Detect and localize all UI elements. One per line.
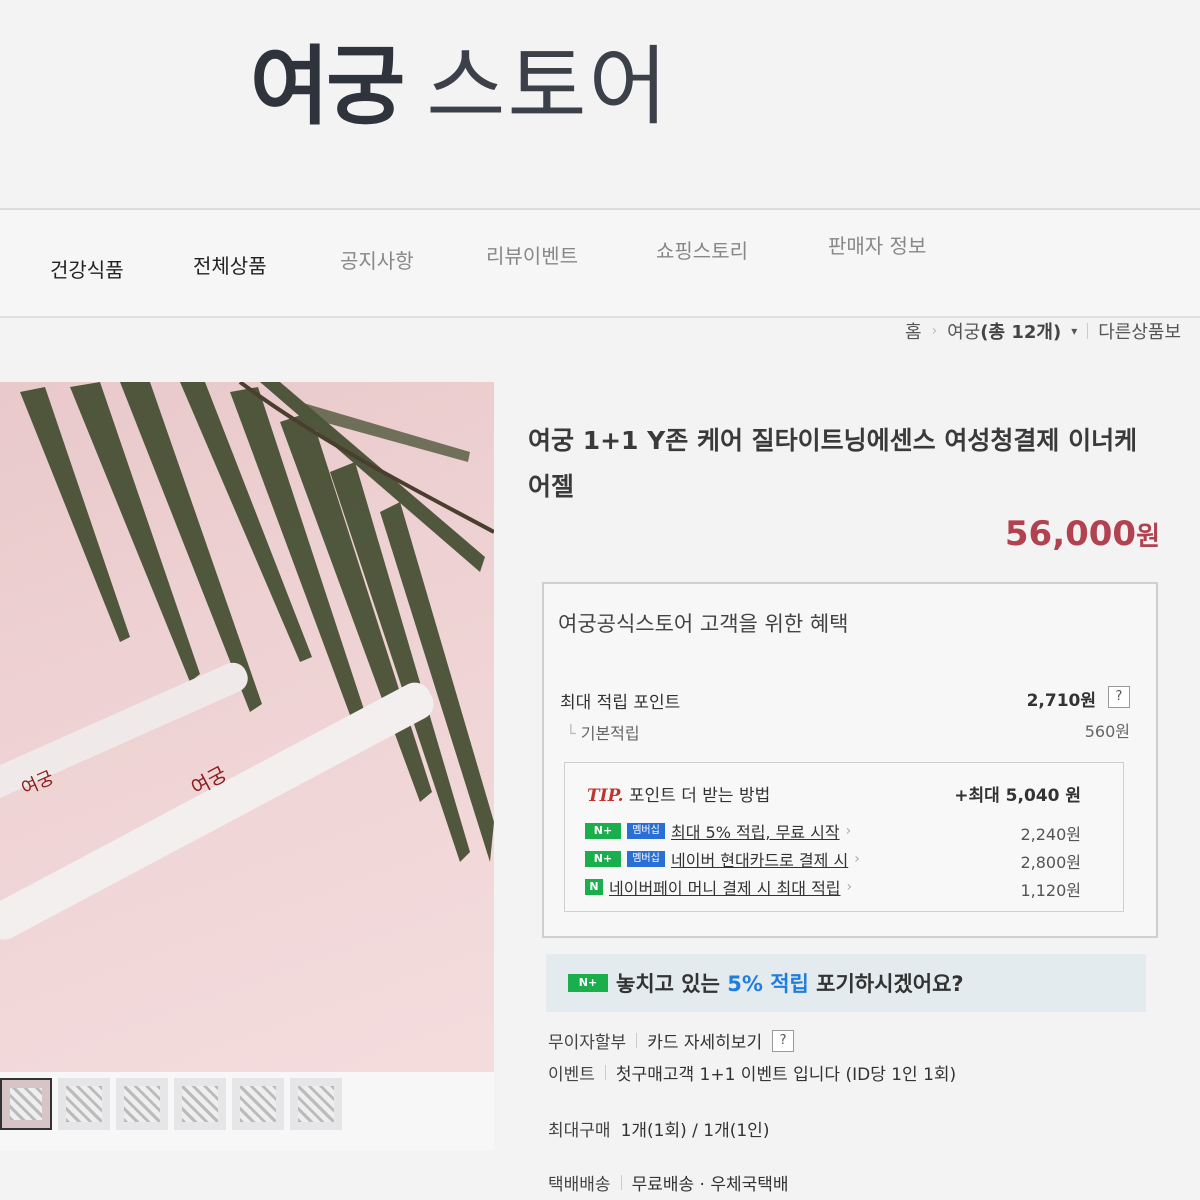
brand-suffix: 스토어	[426, 37, 670, 137]
thumbnail-2[interactable]	[58, 1078, 110, 1130]
thumbnail-image	[182, 1086, 218, 1122]
other-products-link[interactable]: 다른상품보	[1098, 318, 1181, 344]
membership-badge: 멤버십	[627, 851, 665, 867]
nav-item-notices[interactable]: 공지사항	[340, 245, 414, 274]
brand-name: 여궁	[250, 37, 405, 137]
naverpay-badge: N	[585, 879, 603, 895]
breadcrumb-count: (총 12개)	[980, 322, 1062, 343]
max-purchase-row: 최대구매 1개(1회) / 1개(1인)	[548, 1116, 769, 1141]
benefit-box: 여궁공식스토어 고객을 위한 혜택 최대 적립 포인트 2,710원 ? └ 기…	[542, 582, 1158, 938]
thumbnail-strip	[0, 1072, 494, 1150]
max-points-label: 최대 적립 포인트	[560, 693, 681, 713]
tip-box: TIP. 포인트 더 받는 방법 +최대 5,040 원 N+ 멤버십 최대 5…	[564, 762, 1124, 912]
breadcrumb: 홈 › 여궁(총 12개) ▾ 다른상품보	[905, 316, 1181, 346]
chevron-right-icon: ›	[845, 823, 852, 839]
thumbnail-5[interactable]	[232, 1078, 284, 1130]
tip-row-text: 네이버 현대카드로 결제 시	[671, 851, 849, 870]
delivery-value: 무료배송 · 우체국택배	[631, 1175, 789, 1195]
promo-text-after: 포기하시겠어요?	[808, 972, 964, 996]
thumbnail-image	[124, 1086, 160, 1122]
tip-row-hyundai-card[interactable]: N+ 멤버십 네이버 현대카드로 결제 시 ›	[585, 847, 860, 871]
chevron-right-icon: ›	[846, 879, 853, 895]
nav-item-seller-info[interactable]: 판매자 정보	[828, 230, 926, 259]
membership-badge: 멤버십	[627, 823, 665, 839]
tip-row-membership[interactable]: N+ 멤버십 최대 5% 적립, 무료 시작 ›	[585, 819, 851, 843]
membership-promo-banner[interactable]: N+ 놓치고 있는 5% 적립 포기하시겠어요?	[546, 954, 1146, 1012]
divider	[620, 1175, 622, 1190]
breadcrumb-category[interactable]: 여궁(총 12개)	[947, 318, 1061, 344]
thumbnail-6[interactable]	[290, 1078, 342, 1130]
thumbnail-image	[66, 1086, 102, 1122]
store-logo[interactable]: 여궁 스토어	[250, 16, 670, 137]
basic-points-row: └ 기본적립	[566, 720, 640, 744]
nav-item-health-food[interactable]: 건강식품	[50, 254, 124, 283]
max-points-help-button[interactable]: ?	[1108, 686, 1130, 708]
tip-heading: TIP. 포인트 더 받는 방법	[587, 781, 770, 806]
basic-points-label: 기본적립	[580, 724, 640, 743]
nav-item-review-event[interactable]: 리뷰이벤트	[486, 240, 578, 269]
tip-row-amount: 1,120원	[1020, 881, 1081, 900]
max-purchase-label: 최대구매	[548, 1121, 611, 1141]
event-row: 이벤트 첫구매고객 1+1 이벤트 입니다 (ID당 1인 1회)	[548, 1060, 956, 1085]
thumbnail-image	[10, 1088, 42, 1120]
tip-word: TIP.	[587, 786, 624, 806]
event-label: 이벤트	[548, 1065, 595, 1085]
basic-points-value: 560원	[1084, 722, 1130, 741]
breadcrumb-divider	[1087, 323, 1089, 339]
tip-label: 포인트 더 받는 방법	[628, 786, 771, 806]
naver-plus-badge: N+	[568, 974, 608, 992]
tip-row-amount: 2,240원	[1020, 825, 1081, 844]
tip-row-naverpay-money[interactable]: N 네이버페이 머니 결제 시 최대 적립 ›	[585, 875, 852, 899]
product-main-image[interactable]: 여궁 여궁	[0, 382, 494, 1072]
sub-item-icon: └	[566, 724, 581, 743]
price-unit: 원	[1136, 522, 1160, 552]
card-details-link[interactable]: 카드 자세히보기	[647, 1028, 762, 1053]
breadcrumb-home[interactable]: 홈	[905, 318, 922, 344]
benefit-title: 여궁공식스토어 고객을 위한 혜택	[558, 612, 849, 636]
event-text: 첫구매고객 1+1 이벤트 입니다 (ID당 1인 1회)	[615, 1065, 957, 1085]
nav-item-all-products[interactable]: 전체상품	[193, 250, 267, 279]
caret-down-icon[interactable]: ▾	[1071, 324, 1077, 338]
naver-plus-badge: N+	[585, 823, 621, 839]
chevron-right-icon: ›	[854, 851, 860, 867]
installment-label: 무이자할부	[548, 1033, 627, 1053]
thumbnail-3[interactable]	[116, 1078, 168, 1130]
promo-text-before: 놓치고 있는	[616, 972, 728, 996]
chevron-right-icon: ›	[931, 323, 938, 339]
thumbnail-image	[240, 1086, 276, 1122]
installment-row: 무이자할부 카드 자세히보기 ?	[548, 1028, 795, 1053]
product-price: 56,000원	[950, 514, 1160, 554]
naver-plus-badge: N+	[585, 851, 621, 867]
category-nav: 건강식품 전체상품 공지사항 리뷰이벤트 쇼핑스토리 판매자 정보	[0, 210, 1200, 318]
delivery-row: 택배배송 무료배송 · 우체국택배	[548, 1170, 789, 1195]
tip-row-text: 최대 5% 적립, 무료 시작	[671, 823, 840, 842]
divider	[604, 1065, 606, 1080]
divider	[636, 1033, 638, 1048]
nav-item-shopping-story[interactable]: 쇼핑스토리	[656, 235, 748, 264]
product-title: 여궁 1+1 Y존 케어 질타이트닝에센스 여성청결제 이너케어젤	[528, 426, 1138, 501]
tip-row-amount: 2,800원	[1020, 853, 1081, 872]
max-purchase-value: 1개(1회) / 1개(1인)	[620, 1121, 770, 1141]
max-points-value: 2,710원	[1026, 691, 1096, 711]
card-help-button[interactable]: ?	[772, 1029, 795, 1052]
product-photo: 여궁 여궁	[0, 382, 494, 940]
thumbnail-1[interactable]	[0, 1078, 52, 1130]
promo-text: 놓치고 있는 5% 적립 포기하시겠어요?	[616, 968, 964, 998]
tip-row-text: 네이버페이 머니 결제 시 최대 적립	[609, 879, 841, 898]
delivery-label: 택배배송	[548, 1175, 611, 1195]
price-amount: 56,000	[1004, 514, 1137, 554]
thumbnail-4[interactable]	[174, 1078, 226, 1130]
thumbnail-image	[298, 1086, 334, 1122]
tip-max-points: +최대 5,040 원	[954, 786, 1081, 806]
promo-highlight: 5% 적립	[727, 972, 809, 996]
breadcrumb-category-label: 여궁	[947, 322, 981, 343]
